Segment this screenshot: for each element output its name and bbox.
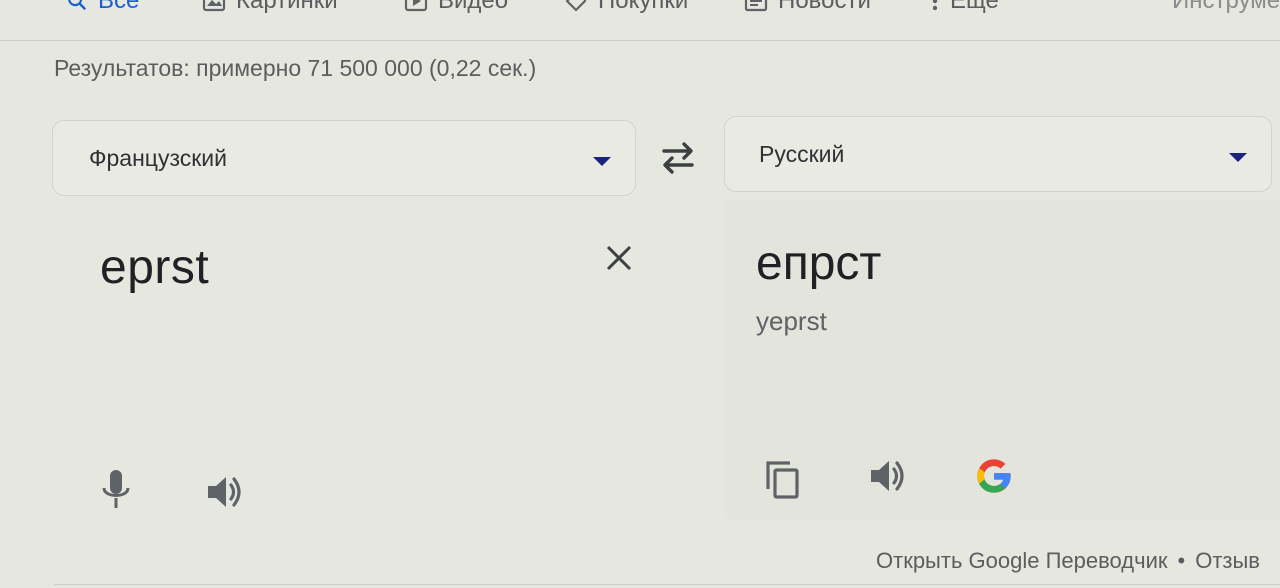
search-tabs: Все Картинки Видео Покупки Новости Еще И… [0, 0, 1280, 41]
tab-video-label: Видео [438, 0, 509, 14]
listen-translation-button[interactable] [866, 454, 910, 498]
search-icon [66, 0, 88, 12]
footer-separator: • [1177, 548, 1186, 573]
chevron-down-icon [593, 157, 611, 166]
google-logo-icon [977, 459, 1011, 493]
open-translator-link[interactable]: Открыть Google Переводчик [876, 548, 1168, 573]
image-icon [202, 0, 226, 12]
tab-tools-label: Инструме [1172, 0, 1280, 14]
target-language-label: Русский [759, 140, 845, 167]
tag-icon [564, 0, 588, 12]
translated-text: епрст [756, 237, 882, 290]
tab-tools[interactable]: Инструме [1172, 0, 1280, 16]
news-icon [744, 0, 768, 12]
swap-icon [662, 142, 694, 174]
more-vert-icon [930, 0, 940, 12]
speaker-icon [871, 461, 904, 491]
divider [54, 584, 1280, 585]
tab-images[interactable]: Картинки [202, 0, 338, 16]
source-language-select[interactable]: Французский [52, 120, 636, 196]
speaker-icon [208, 477, 241, 507]
source-language-label: Французский [89, 144, 227, 171]
result-stats: Результатов: примерно 71 500 000 (0,22 с… [54, 55, 537, 81]
tab-video[interactable]: Видео [404, 0, 508, 16]
google-search-button[interactable] [966, 448, 1022, 504]
clear-button[interactable] [602, 241, 636, 275]
tab-images-label: Картинки [236, 0, 338, 14]
transliteration-text: yeprst [756, 306, 827, 336]
close-icon [606, 245, 632, 271]
source-text-input[interactable]: eprst [100, 240, 209, 295]
listen-source-button[interactable] [202, 470, 248, 514]
copy-icon [766, 461, 799, 499]
tab-more[interactable]: Еще [930, 0, 999, 16]
voice-input-button[interactable] [96, 468, 136, 512]
tab-news-label: Новости [778, 0, 871, 14]
footer: Открыть Google Переводчик • Отзыв [876, 548, 1260, 574]
copy-translation-button[interactable] [762, 458, 804, 502]
tab-news[interactable]: Новости [744, 0, 871, 16]
microphone-icon [102, 470, 130, 508]
chevron-down-icon [1229, 153, 1247, 162]
tab-more-label: Еще [950, 0, 999, 14]
tab-shopping-label: Покупки [598, 0, 689, 14]
swap-languages-button[interactable] [656, 138, 700, 178]
tab-shopping[interactable]: Покупки [564, 0, 688, 16]
tab-all[interactable]: Все [66, 0, 139, 16]
target-language-select[interactable]: Русский [724, 116, 1272, 192]
play-icon [404, 0, 428, 12]
feedback-link[interactable]: Отзыв [1195, 548, 1260, 573]
tab-all-label: Все [98, 0, 140, 14]
